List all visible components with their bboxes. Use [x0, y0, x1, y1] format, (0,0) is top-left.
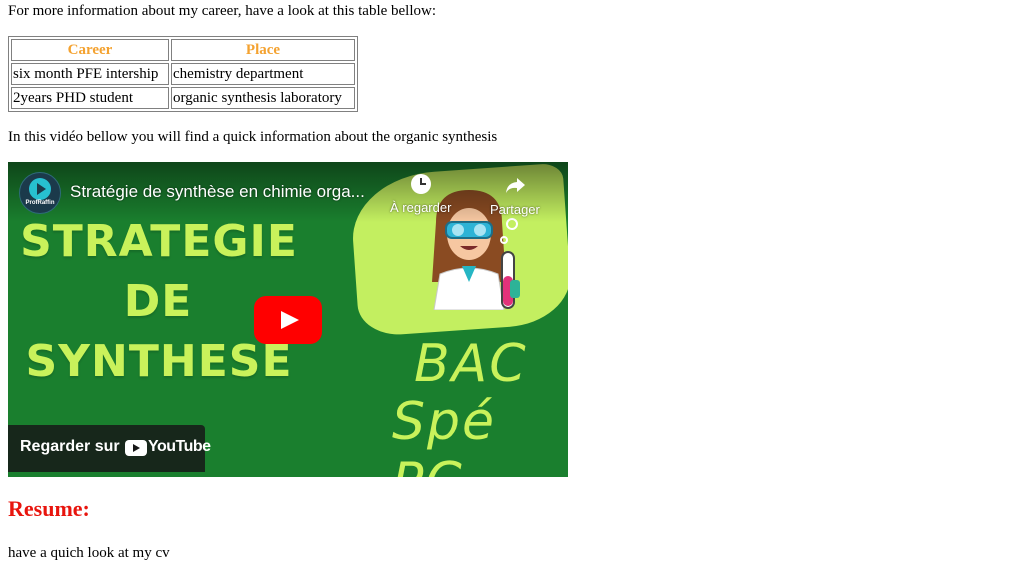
- thumbnail-spe-pc-text: Spé PC: [392, 392, 497, 477]
- video-title[interactable]: Stratégie de synthèse en chimie orga...: [70, 182, 390, 202]
- header-place: Place: [171, 39, 355, 61]
- play-icon: [281, 311, 299, 329]
- table-cell-career: 2years PHD student: [11, 87, 169, 109]
- career-table: Career Place six month PFE intership che…: [8, 36, 358, 112]
- video-intro-text: In this vidéo bellow you will find a qui…: [8, 129, 498, 145]
- share-label: Partager: [490, 202, 540, 217]
- intro-text: For more information about my career, ha…: [8, 3, 437, 19]
- share-icon: [505, 178, 525, 193]
- thumbnail-bac-text: BAC: [414, 334, 528, 394]
- play-button[interactable]: [254, 296, 322, 344]
- channel-avatar[interactable]: ProfRaffin: [19, 172, 61, 214]
- youtube-logo-icon: [125, 440, 147, 456]
- test-tube-icon: [500, 218, 520, 309]
- table-row: six month PFE intership chemistry depart…: [11, 63, 355, 85]
- thumbnail-line-1: STRATEGIE: [20, 216, 298, 267]
- resume-heading: Resume:: [8, 496, 90, 521]
- table-cell-career: six month PFE intership: [11, 63, 169, 85]
- watch-later-label: À regarder: [390, 200, 452, 215]
- watch-later-button[interactable]: À regarder: [390, 174, 451, 215]
- clock-icon: [410, 174, 431, 194]
- share-button[interactable]: Partager: [490, 174, 540, 217]
- table-cell-place: organic synthesis laboratory: [171, 87, 355, 109]
- table-header-row: Career Place: [11, 39, 355, 61]
- thumbnail-line-3: SYNTHESE: [25, 336, 293, 387]
- header-career: Career: [11, 39, 169, 61]
- youtube-video-embed[interactable]: ProfRaffin Stratégie de synthèse en chim…: [8, 162, 568, 477]
- watch-on-label: Regarder sur: [20, 438, 120, 455]
- table-row: 2years PHD student organic synthesis lab…: [11, 87, 355, 109]
- table-cell-place: chemistry department: [171, 63, 355, 85]
- channel-name: ProfRaffin: [25, 200, 55, 206]
- watch-on-youtube-button[interactable]: Regarder sur YouTube: [8, 425, 211, 472]
- thumbnail-line-2: DE: [123, 276, 193, 327]
- youtube-wordmark: YouTube: [148, 438, 211, 455]
- cv-text: have a quich look at my cv: [8, 545, 170, 561]
